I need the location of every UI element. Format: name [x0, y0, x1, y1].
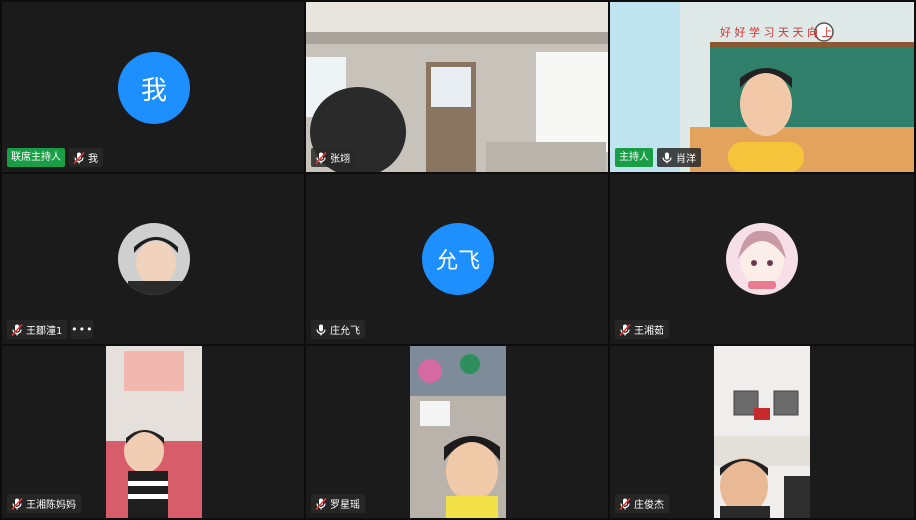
participant-video	[410, 346, 506, 518]
avatar: 允飞	[422, 223, 494, 295]
tile-label: 庄允飞	[311, 320, 365, 339]
name-pill: 庄俊杰	[615, 494, 669, 513]
video-tile-me[interactable]: 我 联席主持人 我	[2, 2, 304, 172]
mic-muted-icon	[11, 497, 23, 510]
mic-muted-icon	[619, 323, 631, 336]
tile-label: 联席主持人 我	[7, 148, 103, 167]
name-pill: 庄允飞	[311, 320, 365, 339]
tile-label: 王鄒潼1 •••	[7, 320, 94, 339]
name-pill: 罗星瑶	[311, 494, 365, 513]
mic-muted-icon	[315, 497, 327, 510]
participant-name: 王湘茹	[634, 326, 664, 337]
mic-muted-icon	[11, 323, 23, 336]
mic-muted-icon	[73, 151, 85, 164]
more-options-button[interactable]: •••	[71, 320, 94, 339]
tile-label: 张翊	[311, 148, 355, 167]
participant-name: 罗星瑶	[330, 500, 360, 511]
participant-video	[306, 2, 608, 172]
video-tile-wang-xiangru[interactable]: 王湘茹 ›	[610, 174, 914, 344]
video-tile-zhangyi[interactable]: 张翊	[306, 2, 608, 172]
tile-label: 庄俊杰	[615, 494, 669, 513]
tile-label: 主持人 肖洋	[615, 148, 701, 167]
mic-icon	[662, 152, 672, 163]
participant-name: 我	[88, 154, 98, 165]
video-tile-luo-xingyao[interactable]: 罗星瑶	[306, 346, 608, 518]
tile-label: 王湘陈妈妈	[7, 494, 81, 513]
video-tile-zhuang-yunfei[interactable]: 允飞 庄允飞	[306, 174, 608, 344]
video-tile-wang1[interactable]: 王鄒潼1 •••	[2, 174, 304, 344]
tile-label: 罗星瑶	[311, 494, 365, 513]
video-grid: 我 联席主持人 我 张翊 主持人 肖洋 王鄒潼1 ••• 允飞 庄允飞 王湘茹 …	[0, 0, 916, 520]
name-pill: 王湘茹	[615, 320, 669, 339]
name-pill: 肖洋	[657, 148, 701, 167]
tile-label: 王湘茹	[615, 320, 669, 339]
participant-name: 王鄒潼1	[26, 326, 63, 337]
participant-name: 张翊	[330, 154, 350, 165]
classroom-banner: 好 好 学 习 天 天 向 上	[720, 26, 833, 39]
avatar	[726, 223, 798, 295]
participant-video	[714, 346, 810, 518]
mic-icon	[316, 324, 326, 335]
mic-muted-icon	[315, 151, 327, 164]
name-pill: 王湘陈妈妈	[7, 494, 81, 513]
avatar	[118, 223, 190, 295]
participant-name: 肖洋	[676, 154, 696, 165]
cohost-badge: 联席主持人	[7, 148, 65, 167]
video-tile-zhuang-junjie[interactable]: 庄俊杰	[610, 346, 914, 518]
video-tile-wang-chen-mother[interactable]: 王湘陈妈妈	[2, 346, 304, 518]
name-pill: 王鄒潼1	[7, 320, 68, 339]
mic-muted-icon	[619, 497, 631, 510]
avatar: 我	[118, 52, 190, 124]
name-pill: 张翊	[311, 148, 355, 167]
participant-name: 庄允飞	[330, 326, 360, 337]
name-pill: 我	[69, 148, 103, 167]
participant-name: 王湘陈妈妈	[26, 500, 76, 511]
host-badge: 主持人	[615, 148, 653, 167]
participant-video	[106, 346, 202, 518]
participant-name: 庄俊杰	[634, 500, 664, 511]
